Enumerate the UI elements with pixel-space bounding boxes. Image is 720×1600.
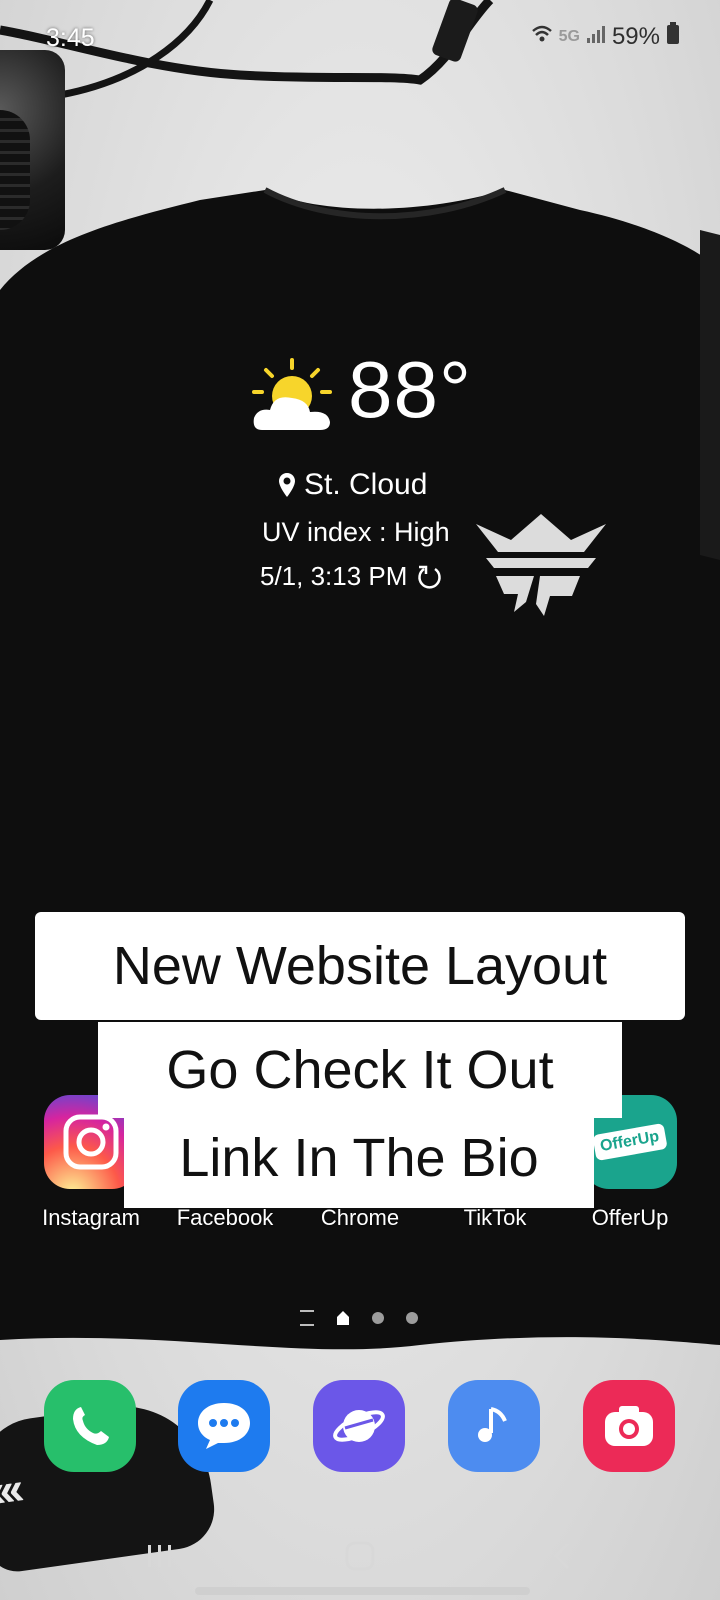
recent-apps-button[interactable]: [130, 1536, 190, 1576]
offerup-logo-text: OfferUp: [592, 1122, 668, 1162]
music-icon: [478, 1407, 507, 1442]
battery-percent: 59%: [611, 22, 660, 50]
wifi-icon: [531, 23, 553, 51]
home-icon: [345, 1541, 375, 1571]
messages-icon: [198, 1403, 250, 1449]
page-indicator[interactable]: [300, 1310, 418, 1326]
refresh-icon[interactable]: [417, 564, 443, 590]
phone-icon: [73, 1407, 109, 1445]
caption-line-2: Go Check It Out: [98, 1022, 622, 1118]
page-dot[interactable]: [406, 1312, 418, 1324]
internet-browser-icon: [333, 1410, 385, 1442]
uv-index: UV index : High: [262, 517, 450, 547]
location-name: St. Cloud: [304, 468, 428, 501]
dock-music[interactable]: [448, 1380, 540, 1472]
update-time: 5/1, 3:13 PM: [260, 561, 408, 591]
sneaker-laces: ‹‹‹: [0, 1462, 22, 1518]
dock-messages[interactable]: [178, 1380, 270, 1472]
partly-sunny-icon: [252, 358, 332, 430]
last-updated: 5/1, 3:13 PM: [260, 561, 443, 592]
caption-line-1: New Website Layout: [35, 912, 685, 1020]
app-label: Chrome: [320, 1205, 400, 1230]
dock-phone[interactable]: [44, 1380, 136, 1472]
camera-icon: [605, 1406, 653, 1446]
recent-apps-icon: [148, 1545, 171, 1567]
app-label: TikTok: [463, 1205, 527, 1230]
location: St. Cloud: [278, 468, 427, 502]
shirt-logo: [476, 514, 606, 616]
app-label: OfferUp: [591, 1205, 669, 1230]
caption-line-3: Link In The Bio: [124, 1108, 594, 1208]
home-screen: ‹‹‹ 3:45 5G 59% 88° St. Cloud UV index:…: [0, 0, 720, 1600]
location-pin-icon: [279, 473, 295, 497]
status-icons: 5G 59%: [531, 22, 680, 51]
home-page-indicator[interactable]: [336, 1310, 350, 1326]
dock-internet[interactable]: [313, 1380, 405, 1472]
back-icon: [553, 1542, 570, 1570]
temperature: 88°: [348, 345, 472, 434]
signal-icon: [586, 23, 606, 51]
status-bar: 3:45 5G 59%: [0, 0, 720, 78]
back-button[interactable]: [532, 1536, 592, 1576]
battery-icon: [666, 22, 680, 51]
app-label: Instagram: [42, 1205, 140, 1230]
home-menu-indicator[interactable]: [300, 1310, 314, 1326]
page-dot[interactable]: [372, 1312, 384, 1324]
gesture-handle[interactable]: [195, 1587, 530, 1595]
network-type: 5G: [558, 27, 580, 45]
home-button[interactable]: [330, 1536, 390, 1576]
clock: 3:45: [46, 24, 95, 52]
dock-camera[interactable]: [583, 1380, 675, 1472]
app-label: Facebook: [176, 1205, 274, 1230]
